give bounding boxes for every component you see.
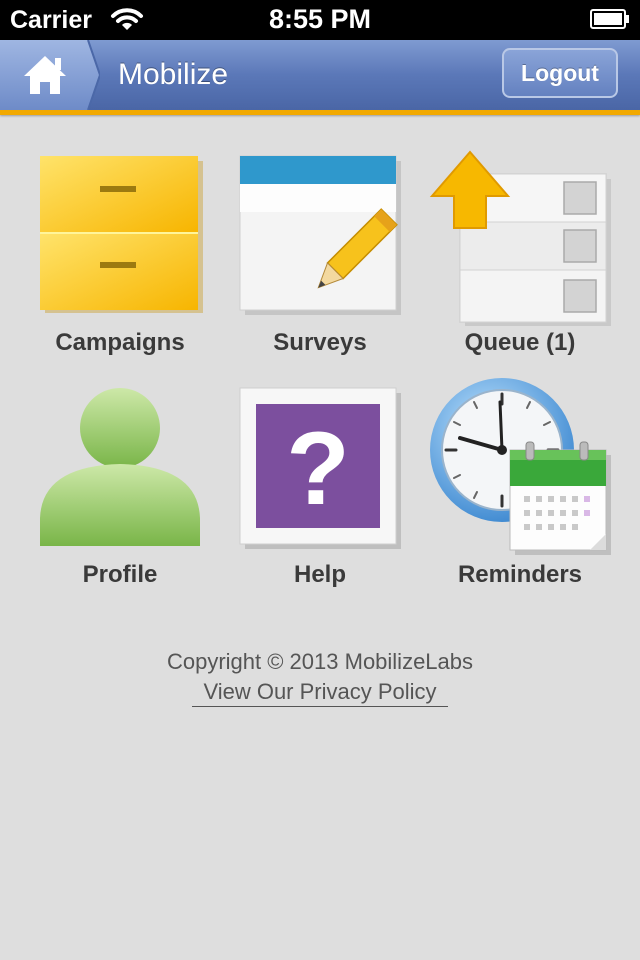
- profile-tile[interactable]: Profile: [20, 378, 220, 598]
- surveys-label: Surveys: [273, 329, 367, 356]
- queue-tile[interactable]: Queue (1): [420, 146, 620, 366]
- campaigns-tile[interactable]: Campaigns: [20, 146, 220, 366]
- reminders-label: Reminders: [457, 561, 583, 588]
- question-mark-icon: ?: [239, 387, 401, 549]
- clock-calendar-icon: [430, 378, 611, 555]
- status-bar: Carrier 8:55 PM: [0, 0, 640, 40]
- copyright-text: Copyright © 2013 MobilizeLabs: [166, 649, 474, 674]
- surveys-tile[interactable]: Surveys: [220, 146, 420, 366]
- nav-bar: Mobilize Logout: [0, 40, 640, 115]
- reminders-tile[interactable]: Reminders: [420, 378, 620, 598]
- profile-label: Profile: [82, 561, 158, 588]
- svg-text:?: ?: [286, 411, 350, 527]
- nav-title: Mobilize: [118, 58, 229, 91]
- home-button[interactable]: [0, 40, 100, 110]
- battery-icon: [590, 9, 630, 29]
- survey-pencil-icon: [239, 155, 401, 315]
- home-icon: [0, 40, 100, 110]
- logout-button[interactable]: Logout: [502, 48, 618, 98]
- upload-queue-icon: [429, 150, 611, 326]
- file-cabinet-icon: [40, 156, 203, 313]
- privacy-policy-link[interactable]: View Our Privacy Policy: [192, 678, 448, 707]
- campaigns-label: Campaigns: [55, 329, 185, 356]
- clock-time: 8:55 PM: [268, 4, 372, 34]
- queue-label: Queue (1): [464, 329, 576, 356]
- person-icon: [40, 388, 200, 546]
- help-label: Help: [293, 561, 346, 588]
- help-tile[interactable]: ? Help: [220, 378, 420, 598]
